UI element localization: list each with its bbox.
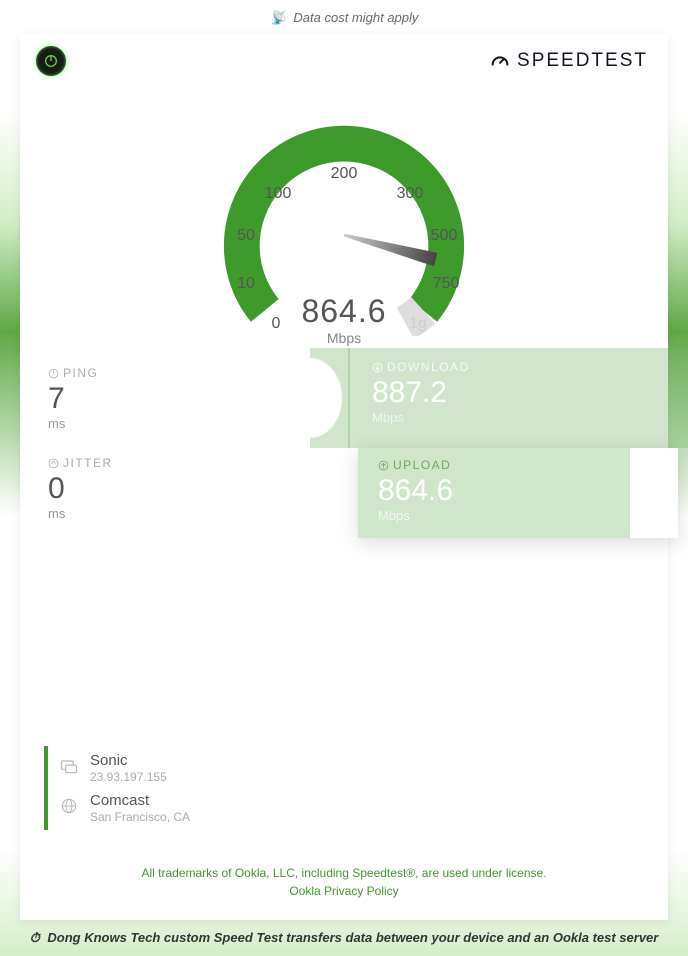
jitter-label: JITTER — [48, 456, 113, 470]
download-unit: Mbps — [372, 410, 688, 425]
download-label-text: DOWNLOAD — [387, 360, 470, 374]
bottom-banner: ⏱ Dong Knows Tech custom Speed Test tran… — [0, 920, 688, 956]
gauge-tick-50: 50 — [237, 227, 255, 245]
upload-unit: Mbps — [378, 508, 630, 523]
ping-icon — [48, 368, 59, 379]
ping-label-text: PING — [63, 366, 98, 380]
upload-icon — [378, 460, 389, 471]
brand-logo: SPEEDTEST — [489, 50, 648, 72]
download-value: 887.2 — [372, 376, 688, 410]
gauge-tick-0: 0 — [272, 315, 281, 333]
gauge-tick-500: 500 — [431, 227, 458, 245]
jitter-unit: ms — [48, 506, 113, 521]
server-name: Comcast — [90, 792, 149, 809]
jitter-value: 0 — [48, 472, 113, 506]
footer-line1: All trademarks of Ookla, LLC, including … — [141, 866, 546, 880]
server-location: San Francisco, CA — [90, 810, 190, 824]
providers-block: Sonic 23.93.197.155 Comcast San Francisc… — [44, 746, 433, 830]
top-banner: 📡 Data cost might apply — [0, 0, 688, 34]
download-icon — [372, 362, 383, 373]
gauge-value: 864.6 Mbps — [301, 293, 386, 346]
gauge-value-number: 864.6 — [301, 293, 386, 330]
brand-label: SPEEDTEST — [517, 50, 648, 72]
upload-block: UPLOAD 864.6 Mbps — [358, 448, 678, 538]
isp-ip: 23.93.197.155 — [90, 770, 167, 784]
card-header: SPEEDTEST — [20, 34, 668, 76]
download-label: DOWNLOAD — [372, 360, 688, 374]
speed-gauge: 0 10 50 100 200 300 500 750 1g 864.6 Mbp… — [174, 96, 514, 356]
server-row: Comcast San Francisco, CA — [58, 788, 433, 828]
privacy-link[interactable]: Ookla Privacy Policy — [289, 884, 398, 898]
device-icon — [58, 756, 80, 781]
download-block: DOWNLOAD 887.2 Mbps — [348, 348, 688, 448]
gauge-tick-750: 750 — [433, 275, 460, 293]
speedtest-card: SPEEDTEST 0 10 50 100 200 300 500 750 1g… — [20, 34, 668, 920]
gauge-icon — [489, 50, 511, 72]
upload-label-text: UPLOAD — [393, 458, 451, 472]
gauge-value-unit: Mbps — [301, 330, 386, 346]
ping-label: PING — [48, 366, 98, 380]
isp-row: Sonic 23.93.197.155 — [58, 748, 433, 788]
gauge-tick-300: 300 — [397, 185, 424, 203]
antenna-icon: 📡 — [270, 10, 286, 25]
top-banner-text: Data cost might apply — [293, 10, 418, 25]
isp-name: Sonic — [90, 752, 128, 769]
power-icon — [43, 53, 59, 69]
ping-unit: ms — [48, 416, 98, 431]
upload-label: UPLOAD — [378, 458, 630, 472]
power-button[interactable] — [36, 46, 66, 76]
globe-icon — [58, 796, 80, 821]
metrics-area: PING 7 ms JITTER 0 ms DOWNLOAD 887.2 Mbp… — [20, 366, 668, 566]
jitter-icon — [48, 458, 59, 469]
ping-value: 7 — [48, 382, 98, 416]
jitter-metric: JITTER 0 ms — [48, 456, 113, 521]
gauge-tick-100: 100 — [265, 185, 292, 203]
upload-value: 864.6 — [378, 474, 630, 508]
ping-metric: PING 7 ms — [48, 366, 98, 431]
gauge-tick-10: 10 — [237, 275, 255, 293]
gauge-tick-200: 200 — [331, 165, 358, 183]
gauge-tick-1g: 1g — [409, 315, 427, 333]
footer-trademark: All trademarks of Ookla, LLC, including … — [60, 864, 628, 900]
bottom-banner-text: Dong Knows Tech custom Speed Test transf… — [47, 930, 658, 945]
stopwatch-icon: ⏱ — [30, 930, 40, 945]
jitter-label-text: JITTER — [63, 456, 113, 470]
